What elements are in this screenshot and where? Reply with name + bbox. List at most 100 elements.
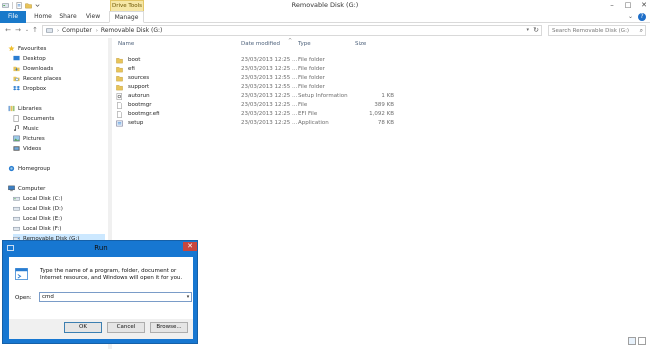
window-controls: – □ ✕ [608, 1, 648, 9]
file-icon [117, 102, 122, 109]
tab-home[interactable]: Home [31, 11, 55, 23]
forward-arrow-icon[interactable]: → [14, 26, 22, 34]
recent-locations-icon[interactable]: ⌄ [23, 26, 31, 34]
ok-button[interactable]: OK [64, 322, 102, 333]
desktop-icon [13, 55, 20, 61]
back-arrow-icon[interactable]: ← [4, 26, 12, 34]
tab-share[interactable]: Share [56, 11, 80, 23]
cancel-button[interactable]: Cancel [107, 322, 145, 333]
file-row-sources[interactable]: sources 23/03/2013 12:55 ... File folder [114, 74, 396, 83]
setup-information-icon [116, 93, 122, 100]
file-icon [117, 111, 122, 118]
file-row-bootmgr[interactable]: bootmgr 23/03/2013 12:25 ... File 389 KB [114, 101, 396, 110]
drive-icon [46, 28, 53, 33]
details-view-button[interactable] [628, 337, 636, 345]
column-header-date[interactable]: Date modified [241, 41, 280, 47]
minimize-button[interactable]: – [608, 1, 616, 9]
tab-manage[interactable]: Manage [109, 11, 144, 23]
ribbon-controls: ⌄ ? [628, 13, 646, 21]
breadcrumb-removable-disk[interactable]: Removable Disk (G:) [101, 27, 163, 34]
hard-drive-icon [13, 196, 20, 201]
open-dropdown-icon[interactable]: ▾ [185, 293, 191, 301]
search-input[interactable]: Search Removable Disk (G:) ⌕ [548, 25, 646, 36]
pictures-icon [13, 135, 20, 142]
file-row-bootmgr-efi[interactable]: bootmgr.efi 23/03/2013 12:25 ... EFI Fil… [114, 110, 396, 119]
browse-button[interactable]: Browse... [150, 322, 188, 333]
sort-ascending-icon: ^ [288, 38, 293, 44]
nav-local-disk-c[interactable]: Local Disk (C:) [13, 194, 63, 203]
file-row-support[interactable]: support 23/03/2013 12:55 ... File folder [114, 83, 396, 92]
dropbox-icon [13, 85, 20, 91]
toolbar-separator [12, 2, 13, 9]
downloads-icon [13, 66, 20, 72]
nav-downloads[interactable]: Downloads [13, 64, 53, 73]
homegroup-icon [8, 165, 15, 172]
star-icon [8, 45, 15, 52]
address-bar[interactable]: › Computer › Removable Disk (G:) ▾ ↻ [42, 25, 542, 36]
nav-pictures[interactable]: Pictures [13, 134, 45, 143]
properties-icon[interactable] [16, 2, 23, 9]
customize-qat-icon[interactable] [34, 2, 41, 9]
maximize-button[interactable]: □ [624, 1, 632, 9]
application-icon [116, 120, 123, 127]
hard-drive-icon [13, 216, 20, 221]
run-program-icon [15, 268, 28, 280]
nav-local-disk-e[interactable]: Local Disk (E:) [13, 214, 62, 223]
hard-drive-icon [13, 226, 20, 231]
column-header-type[interactable]: Type [298, 41, 311, 47]
up-arrow-icon[interactable]: ↑ [31, 26, 39, 34]
breadcrumb-separator: › [57, 27, 59, 34]
window-title: Removable Disk (G:) [291, 1, 359, 9]
ribbon-tabs: File Home Share View Manage ⌄ ? [0, 11, 650, 23]
run-dialog-body: Type the name of a program, folder, docu… [9, 257, 193, 339]
nav-desktop[interactable]: Desktop [13, 54, 46, 63]
view-toggle-group [628, 337, 646, 345]
search-icon[interactable]: ⌕ [640, 26, 643, 36]
nav-videos[interactable]: Videos [13, 144, 41, 153]
large-icons-view-button[interactable] [638, 337, 646, 345]
computer-icon [8, 185, 15, 192]
nav-documents[interactable]: Documents [13, 114, 54, 123]
run-dialog: Run ✕ Type the name of a program, folder… [2, 240, 198, 344]
nav-music[interactable]: Music [13, 124, 39, 133]
file-row-efi[interactable]: efi 23/03/2013 12:25 ... File folder [114, 65, 396, 74]
help-icon[interactable]: ? [638, 13, 646, 21]
file-row-boot[interactable]: boot 23/03/2013 12:25 ... File folder [114, 56, 396, 65]
tab-view[interactable]: View [82, 11, 104, 23]
open-command-input[interactable] [39, 292, 192, 302]
address-dropdown-icon[interactable]: ▾ [526, 27, 529, 33]
new-folder-icon[interactable] [25, 2, 32, 9]
nav-recent-places[interactable]: Recent places [13, 74, 61, 83]
file-row-setup[interactable]: setup 23/03/2013 12:25 ... Application 7… [114, 119, 396, 128]
title-bar: Drive Tools Removable Disk (G:) – □ ✕ [0, 0, 650, 11]
run-dialog-title: Run [94, 244, 108, 252]
search-placeholder: Search Removable Disk (G:) [552, 28, 630, 34]
breadcrumb-separator: › [95, 27, 98, 34]
expand-ribbon-icon[interactable]: ⌄ [628, 14, 634, 20]
refresh-icon[interactable]: ↻ [533, 26, 539, 34]
breadcrumb-computer[interactable]: Computer [62, 27, 92, 34]
open-label: Open: [15, 295, 32, 301]
libraries-icon [8, 105, 15, 112]
nav-homegroup[interactable]: Homegroup [8, 164, 50, 173]
music-icon [14, 125, 19, 131]
nav-favourites[interactable]: Favourites [8, 44, 46, 53]
address-row: ← → ⌄ ↑ › Computer › Removable Disk (G:)… [0, 23, 650, 37]
run-close-button[interactable]: ✕ [183, 242, 197, 251]
recent-places-icon [13, 76, 20, 82]
nav-libraries[interactable]: Libraries [8, 104, 42, 113]
close-button[interactable]: ✕ [640, 1, 648, 9]
nav-local-disk-f[interactable]: Local Disk (F:) [13, 224, 61, 233]
nav-dropbox[interactable]: Dropbox [13, 84, 46, 93]
folder-icon [116, 67, 123, 73]
quick-access-toolbar [2, 1, 41, 10]
nav-computer[interactable]: Computer [8, 184, 45, 193]
folder-icon [116, 76, 123, 82]
run-description: Type the name of a program, folder, docu… [40, 268, 183, 281]
file-row-autorun[interactable]: autorun 23/03/2013 12:25 ... Setup Infor… [114, 92, 396, 101]
column-header-name[interactable]: Name [118, 41, 134, 47]
column-header-size[interactable]: Size [355, 41, 366, 47]
videos-icon [13, 146, 20, 151]
nav-local-disk-d[interactable]: Local Disk (D:) [13, 204, 63, 213]
tab-file[interactable]: File [0, 11, 26, 23]
